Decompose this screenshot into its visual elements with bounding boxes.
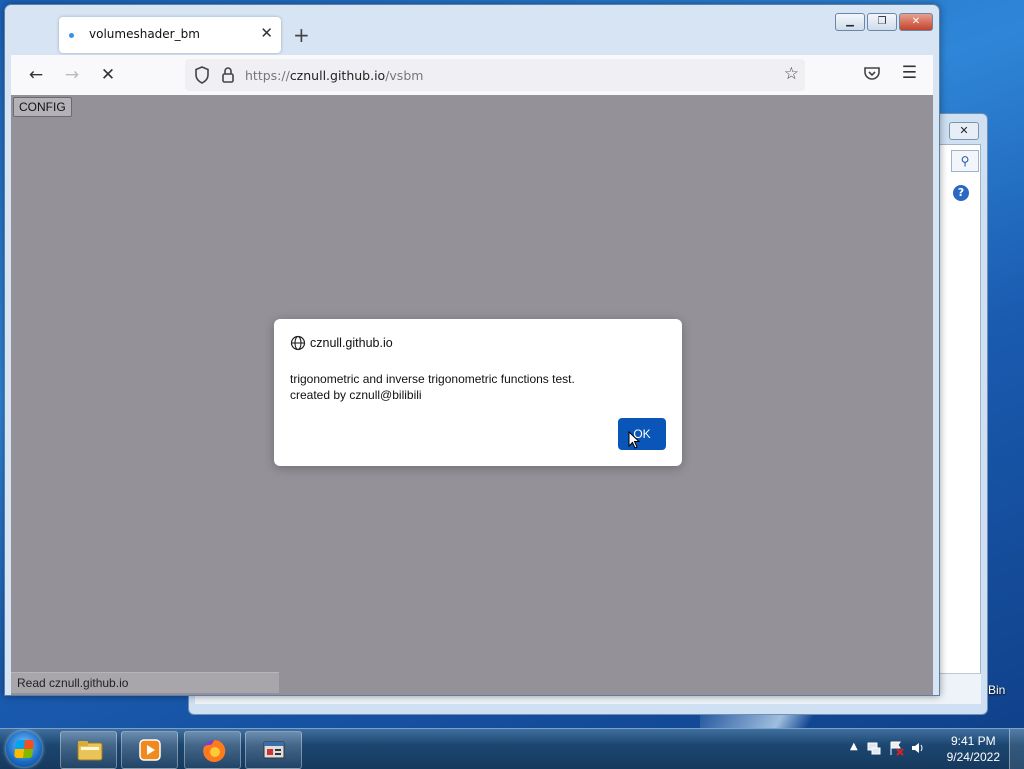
help-icon[interactable]: ? <box>953 185 969 201</box>
taskbar-app-window[interactable] <box>245 731 302 769</box>
lock-icon[interactable] <box>221 65 235 88</box>
tab-strip: volumeshader_bm ✕ + ▁ ❐ ✕ <box>11 11 933 57</box>
tracking-protection-shield-icon[interactable] <box>193 65 211 88</box>
windows-logo-icon <box>14 740 34 758</box>
media-player-icon <box>138 738 162 762</box>
tray-icons <box>866 740 926 756</box>
taskbar-firefox[interactable] <box>184 731 241 769</box>
forward-button[interactable]: → <box>61 64 83 86</box>
bookmark-star-icon[interactable]: ☆ <box>784 64 799 84</box>
window-close-button[interactable]: ✕ <box>899 13 933 31</box>
clock-time: 9:41 PM <box>950 734 996 748</box>
show-hidden-icons-icon[interactable]: ▲ <box>850 741 858 752</box>
clock[interactable]: 9:41 PM 9/24/2022 <box>947 733 1000 765</box>
dialog-message: trigonometric and inverse trigonometric … <box>290 371 575 403</box>
taskbar-media-player[interactable] <box>121 731 178 769</box>
page-content[interactable]: CONFIG cznull.github.io trigonometric an… <box>11 95 933 695</box>
app-window-icon <box>262 738 286 762</box>
address-bar[interactable]: https://cznull.github.io/vsbm ☆ <box>185 59 805 91</box>
maximize-button[interactable]: ❐ <box>867 13 897 31</box>
hamburger-menu-icon[interactable]: ☰ <box>902 63 917 83</box>
alert-dialog: cznull.github.io trigonometric and inver… <box>274 319 682 466</box>
status-bar: Read cznull.github.io <box>11 672 279 693</box>
stop-loading-button[interactable]: ✕ <box>97 64 119 86</box>
url-text: https://cznull.github.io/vsbm <box>245 68 424 83</box>
config-button[interactable]: CONFIG <box>13 97 72 117</box>
taskbar-windows-explorer[interactable] <box>60 731 117 769</box>
tab-volumeshader[interactable]: volumeshader_bm ✕ <box>59 17 281 53</box>
navigation-toolbar: ← → ✕ https://cznull.github.io/vsbm ☆ ☰ <box>11 55 933 95</box>
dialog-message-line-2: created by cznull@bilibili <box>290 388 422 402</box>
dialog-origin: cznull.github.io <box>310 336 393 350</box>
minimize-button[interactable]: ▁ <box>835 13 865 31</box>
tab-close-icon[interactable]: ✕ <box>260 24 273 42</box>
globe-icon <box>290 335 306 354</box>
mouse-cursor-icon <box>628 430 641 452</box>
start-button[interactable] <box>6 731 42 767</box>
recycle-bin-label[interactable]: Bin <box>988 683 1005 697</box>
folder-icon <box>77 738 103 762</box>
pocket-icon[interactable] <box>863 64 881 85</box>
firefox-icon <box>201 738 226 762</box>
new-tab-button[interactable]: + <box>293 23 310 47</box>
network-icon[interactable] <box>866 740 882 756</box>
loading-indicator-icon <box>69 33 74 38</box>
action-center-flag-icon[interactable] <box>888 740 904 756</box>
ok-button[interactable]: OK <box>618 418 666 450</box>
search-icon[interactable]: ⚲ <box>951 150 979 172</box>
show-desktop-button[interactable] <box>1009 729 1024 769</box>
window-controls: ▁ ❐ ✕ <box>835 13 933 31</box>
back-button[interactable]: ← <box>25 64 47 86</box>
tab-title: volumeshader_bm <box>89 27 200 41</box>
background-window-close-button[interactable]: ✕ <box>949 122 979 140</box>
clock-date: 9/24/2022 <box>946 750 1000 764</box>
firefox-window[interactable]: volumeshader_bm ✕ + ▁ ❐ ✕ ← → ✕ https://… <box>4 4 940 696</box>
taskbar: ▲ 9:41 PM 9/24/2022 <box>0 728 1024 769</box>
dialog-message-line-1: trigonometric and inverse trigonometric … <box>290 372 575 386</box>
volume-icon[interactable] <box>910 740 926 756</box>
